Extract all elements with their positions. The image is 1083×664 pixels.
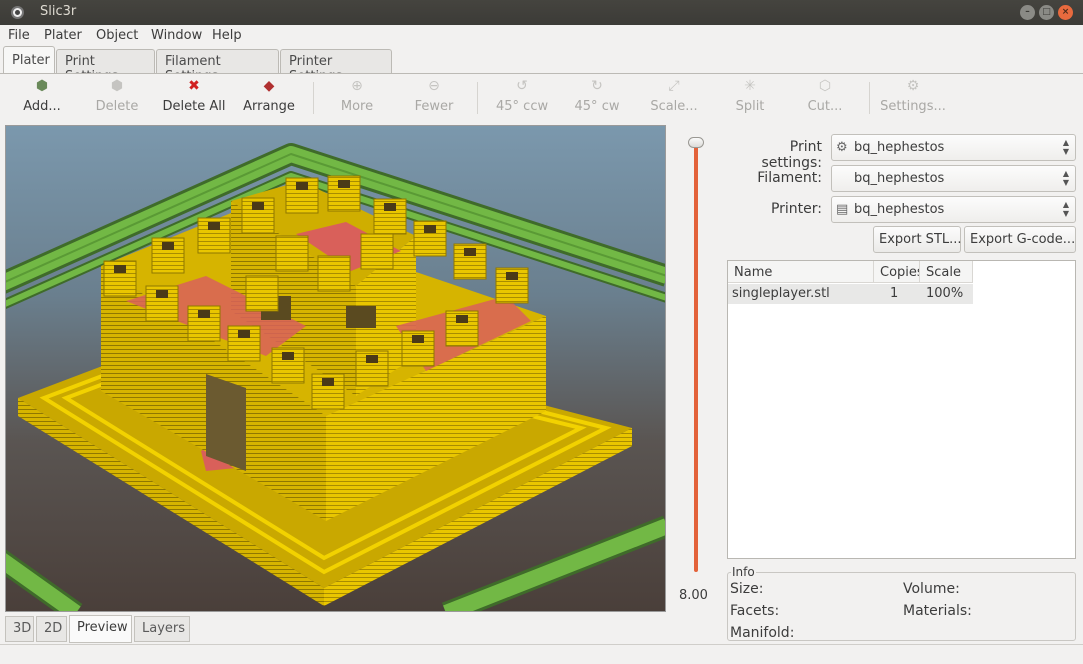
info-legend: Info bbox=[731, 565, 756, 579]
menu-object[interactable]: Object bbox=[96, 28, 138, 43]
cut-button[interactable]: ⬡ Cut... bbox=[804, 78, 846, 120]
rotate-ccw-button[interactable]: ↺ 45° ccw bbox=[496, 78, 548, 120]
filament-label: Filament: bbox=[757, 170, 822, 186]
column-header-name[interactable]: Name bbox=[728, 261, 874, 283]
main-tabs: Plater Print Settings Filament Settings … bbox=[0, 46, 1083, 84]
column-header-copies[interactable]: Copies bbox=[874, 261, 920, 283]
tab-plater[interactable]: Plater bbox=[3, 46, 55, 74]
title-bar: Slic3r – □ × bbox=[0, 0, 1083, 25]
info-manifold-label: Manifold: bbox=[730, 625, 795, 641]
gear-icon: ⚙ bbox=[906, 78, 920, 94]
split-icon: ✳ bbox=[744, 78, 756, 94]
view-tab-2d[interactable]: 2D bbox=[36, 616, 67, 642]
info-volume-label: Volume: bbox=[903, 581, 960, 597]
menu-plater[interactable]: Plater bbox=[44, 28, 82, 43]
arrange-icon: ◆ bbox=[263, 78, 275, 94]
delete-all-button[interactable]: ✖ Delete All bbox=[159, 78, 229, 120]
toolbar-separator bbox=[313, 82, 314, 114]
object-name-cell: singleplayer.stl bbox=[732, 286, 830, 301]
status-bar bbox=[0, 644, 1083, 664]
red-x-icon: ✖ bbox=[188, 78, 200, 94]
toolbar-separator bbox=[869, 82, 870, 114]
rotate-ccw-icon: ↺ bbox=[516, 78, 528, 94]
column-header-scale[interactable]: Scale bbox=[920, 261, 973, 283]
filament-color-icon bbox=[836, 172, 851, 186]
export-gcode-button[interactable]: Export G-code... bbox=[964, 226, 1076, 253]
delete-icon: ⬢ bbox=[110, 78, 124, 94]
arrange-button[interactable]: ◆ Arrange bbox=[240, 78, 298, 120]
tab-print-settings[interactable]: Print Settings bbox=[56, 49, 155, 84]
toolbar-separator bbox=[477, 82, 478, 114]
rotate-cw-icon: ↻ bbox=[591, 78, 603, 94]
plus-icon: ⊕ bbox=[351, 78, 363, 94]
more-button[interactable]: ⊕ More bbox=[334, 78, 380, 120]
close-button[interactable]: × bbox=[1058, 5, 1073, 20]
slic3r-app-icon bbox=[11, 6, 24, 19]
info-box: Info Size: Volume: Facets: Materials: Ma… bbox=[727, 565, 1076, 641]
layer-slider-handle[interactable] bbox=[688, 137, 704, 148]
object-list[interactable]: Name Copies Scale singleplayer.stl 1 100… bbox=[727, 260, 1076, 559]
printer-select[interactable]: ▤ bq_hephestos ▲ ▼ bbox=[831, 196, 1076, 223]
delete-button[interactable]: ⬢ Delete bbox=[90, 78, 144, 120]
table-row[interactable]: singleplayer.stl 1 100% bbox=[728, 284, 973, 304]
gear-icon: ⚙ bbox=[836, 140, 848, 155]
menu-help[interactable]: Help bbox=[212, 28, 242, 43]
updown-arrows-icon: ▲ ▼ bbox=[1062, 200, 1069, 218]
object-scale-cell: 100% bbox=[926, 286, 964, 301]
rotate-cw-button[interactable]: ↻ 45° cw bbox=[574, 78, 620, 120]
printer-label: Printer: bbox=[770, 201, 822, 217]
scale-arrows-icon: ⤢ bbox=[668, 78, 680, 94]
add-object-icon: ⬢ bbox=[35, 78, 49, 94]
fewer-button[interactable]: ⊖ Fewer bbox=[409, 78, 459, 120]
updown-arrows-icon: ▲ ▼ bbox=[1062, 169, 1069, 187]
menu-file[interactable]: File bbox=[8, 28, 30, 43]
scale-button[interactable]: ⤢ Scale... bbox=[648, 78, 700, 120]
cut-box-icon: ⬡ bbox=[818, 78, 832, 94]
split-button[interactable]: ✳ Split bbox=[730, 78, 770, 120]
minus-icon: ⊖ bbox=[428, 78, 440, 94]
info-size-label: Size: bbox=[730, 581, 764, 597]
plater-page: ⬢ Add... ⬢ Delete ✖ Delete All ◆ Arrange… bbox=[0, 73, 1083, 643]
view-tab-layers[interactable]: Layers bbox=[134, 616, 190, 642]
view-tab-3d[interactable]: 3D bbox=[5, 616, 34, 642]
settings-button[interactable]: ⚙ Settings... bbox=[880, 78, 946, 120]
layer-height-value: 8.00 bbox=[679, 588, 708, 603]
layer-slider-track[interactable] bbox=[694, 142, 698, 572]
export-stl-button[interactable]: Export STL... bbox=[873, 226, 962, 253]
updown-arrows-icon: ▲ ▼ bbox=[1062, 138, 1069, 156]
object-copies-cell: 1 bbox=[890, 286, 899, 301]
printer-icon: ▤ bbox=[836, 202, 849, 217]
print-settings-select[interactable]: ⚙ bq_hephestos ▲ ▼ bbox=[831, 134, 1076, 161]
window-title: Slic3r bbox=[40, 4, 77, 19]
filament-select[interactable]: bq_hephestos ▲ ▼ bbox=[831, 165, 1076, 192]
sliced-model-preview bbox=[6, 143, 665, 611]
print-settings-label: Print settings: bbox=[761, 139, 822, 171]
tab-filament-settings[interactable]: Filament Settings bbox=[156, 49, 279, 84]
tab-printer-settings[interactable]: Printer Settings bbox=[280, 49, 392, 84]
minimize-button[interactable]: – bbox=[1020, 5, 1035, 20]
preview-canvas[interactable] bbox=[5, 125, 666, 612]
view-tab-preview[interactable]: Preview bbox=[69, 615, 132, 643]
menu-window[interactable]: Window bbox=[151, 28, 202, 43]
add-button[interactable]: ⬢ Add... bbox=[16, 78, 68, 120]
maximize-button[interactable]: □ bbox=[1039, 5, 1054, 20]
info-materials-label: Materials: bbox=[903, 603, 972, 619]
menu-bar: File Plater Object Window Help bbox=[0, 25, 1083, 46]
info-facets-label: Facets: bbox=[730, 603, 780, 619]
